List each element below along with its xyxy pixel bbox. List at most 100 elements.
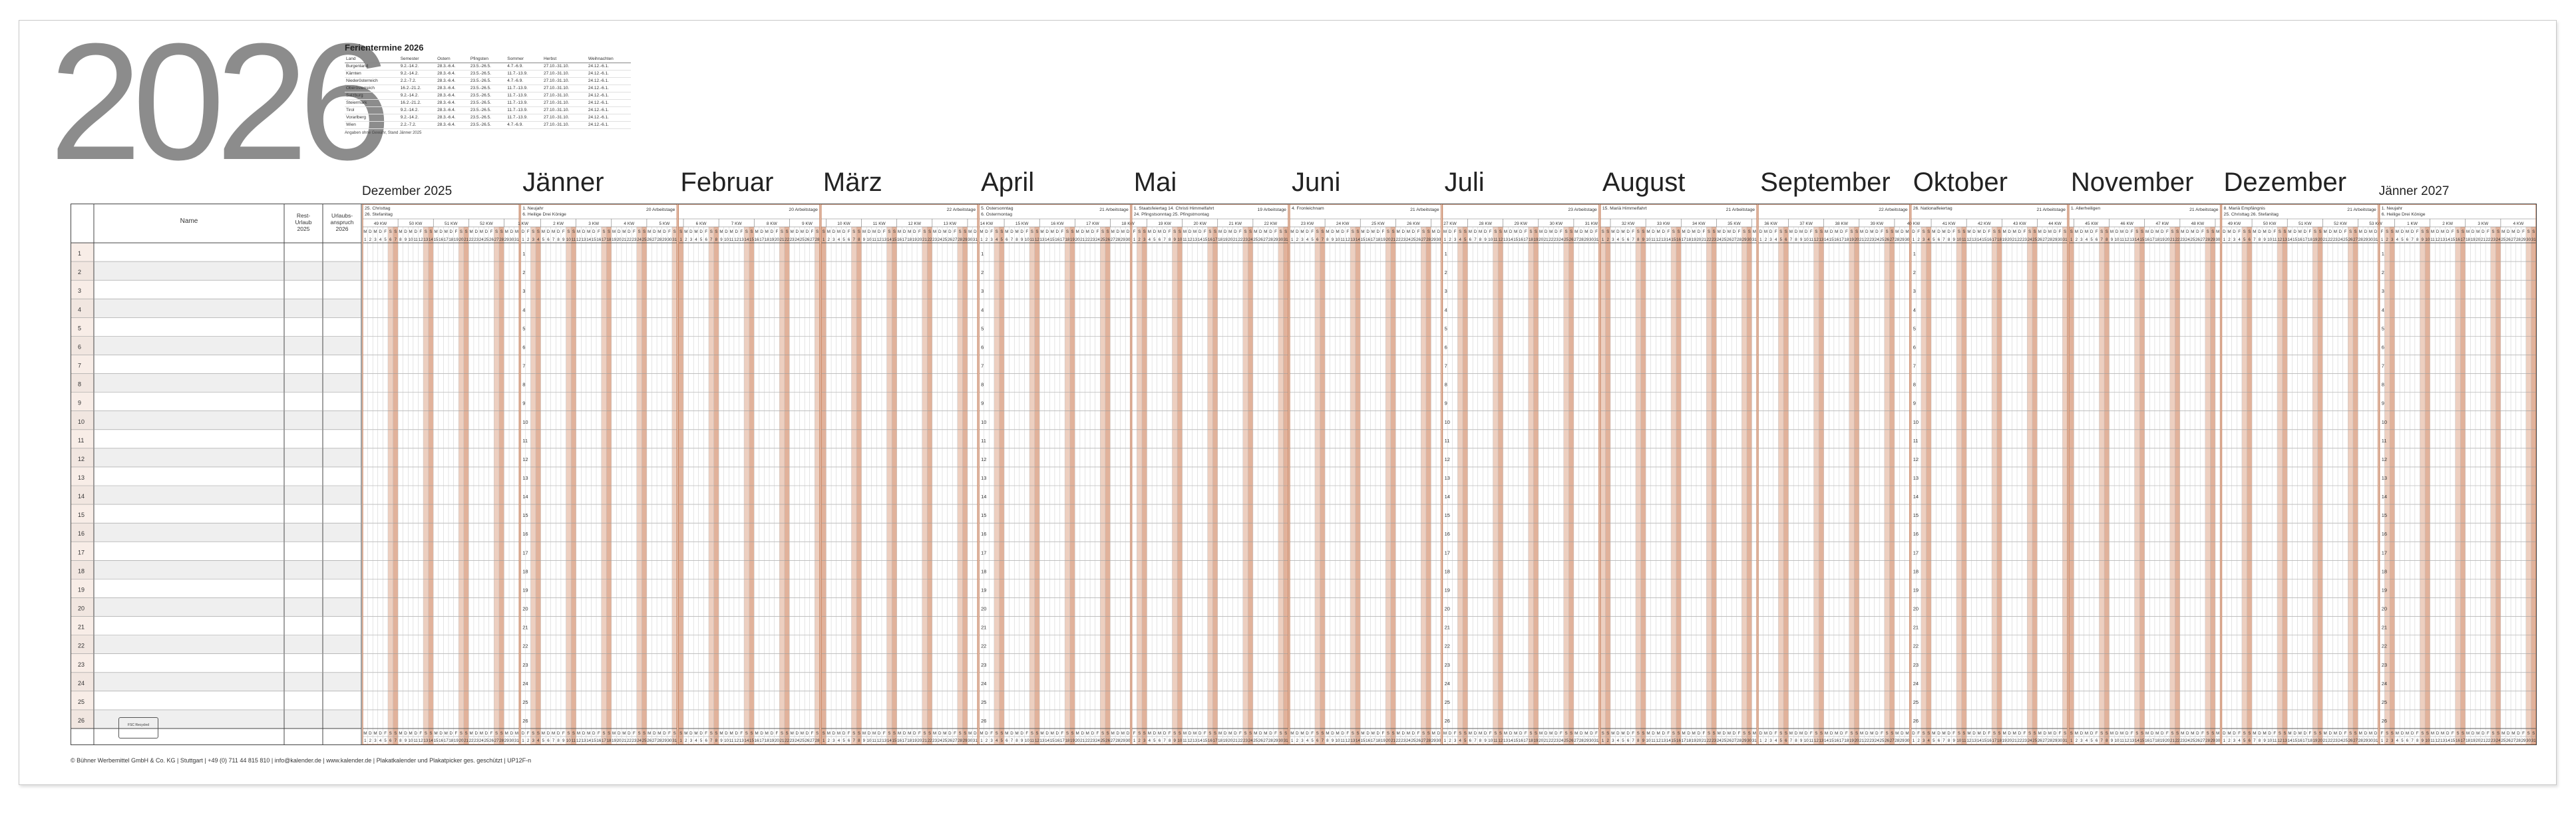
day-number: 6 <box>2096 238 2098 242</box>
weekday-letter-bottom: S <box>1494 731 1497 736</box>
month-workdays: 20 Arbeitstage <box>646 208 675 212</box>
month-row-number: 24 <box>1913 681 1919 687</box>
weekday-letter-bottom: M <box>730 731 733 736</box>
holiday-cell: 24.12.-6.1. <box>586 63 631 71</box>
day-number: 12 <box>1035 238 1039 242</box>
weekday-letter: S <box>1529 230 1532 234</box>
weekday-letter: D <box>760 230 763 234</box>
day-number-bottom: 11 <box>872 738 876 743</box>
day-number: 13 <box>882 238 886 242</box>
row-number: 21 <box>78 624 85 631</box>
day-number: 14 <box>1666 238 1671 242</box>
day-number: 10 <box>2115 238 2119 242</box>
day-number-bottom: 5 <box>1622 738 1624 743</box>
weekday-letter: D <box>1377 230 1380 234</box>
weekday-letter-bottom: F <box>668 731 671 736</box>
weekday-letter: D <box>1840 230 1843 234</box>
weekday-letter-bottom: M <box>2075 731 2078 736</box>
month-row-number: 23 <box>1445 662 1450 668</box>
day-number-bottom: 9 <box>1952 738 1955 743</box>
holiday-cell: 24.12.-6.1. <box>586 99 631 107</box>
weekday-letter: M <box>2002 230 2006 234</box>
weekday-letter: M <box>1657 230 1660 234</box>
row-number: 24 <box>78 680 85 687</box>
calendar-week-label: 16 KW <box>1051 222 1064 226</box>
weekday-letter-bottom: D <box>1759 731 1763 736</box>
day-number: 18 <box>2308 238 2312 242</box>
holiday-cell: 23.5.-26.5. <box>468 99 506 107</box>
weekday-letter-bottom: D <box>450 731 453 736</box>
month-row-number: 18 <box>2382 568 2387 574</box>
day-number-bottom: 18 <box>907 738 912 743</box>
calendar-week-label: 50 KW <box>409 222 423 226</box>
weekday-letter: D <box>1269 230 1272 234</box>
day-number: 10 <box>867 238 872 242</box>
day-number: 10 <box>1646 238 1650 242</box>
calendar-week-label: 12 KW <box>908 222 922 226</box>
weekday-letter: D <box>2080 230 2084 234</box>
month-row-number: 9 <box>2382 401 2384 406</box>
weekday-letter: M <box>1300 230 1304 234</box>
row-number: 6 <box>78 343 81 350</box>
weekday-letter-bottom: D <box>1189 731 1192 736</box>
day-number-bottom: 11 <box>1030 738 1035 743</box>
day-number: 3 <box>2391 238 2394 242</box>
weekday-letter-bottom: F <box>1097 731 1099 736</box>
weekday-letter: F <box>811 230 814 234</box>
calendar-week-label: 49 KW <box>374 222 387 226</box>
day-number-bottom: 7 <box>2253 738 2256 743</box>
weekday-letter: S <box>1356 230 1359 234</box>
weekday-letter-bottom: S <box>1958 731 1960 736</box>
weekday-letter-bottom: M <box>827 731 830 736</box>
day-number-bottom: 17 <box>1213 738 1218 743</box>
day-number-bottom: 28 <box>958 738 962 743</box>
day-number-bottom: 14 <box>429 738 433 743</box>
weekday-letter: D <box>1163 230 1167 234</box>
day-number-bottom: 7 <box>552 738 555 743</box>
weekday-letter-bottom: S <box>638 731 640 736</box>
day-number-bottom: 31 <box>973 738 978 743</box>
weekday-letter: D <box>699 230 703 234</box>
holiday-cell: 28.3.-6.4. <box>436 77 469 85</box>
weekday-letter: M <box>943 230 946 234</box>
day-number-bottom: 1 <box>980 738 983 743</box>
holiday-cell: 11.7.-13.9. <box>506 70 542 78</box>
weekday-letter-bottom: D <box>878 731 881 736</box>
weekday-letter-bottom: F <box>1169 731 1171 736</box>
day-number-bottom: 24 <box>2496 738 2501 743</box>
day-number-bottom: 23 <box>632 738 637 743</box>
day-number: 7 <box>852 238 855 242</box>
day-number: 3 <box>2080 238 2083 242</box>
day-number-bottom: 18 <box>607 738 612 743</box>
day-number-bottom: 18 <box>1529 738 1533 743</box>
day-number: 16 <box>439 238 443 242</box>
calendar-week-label: 35 KW <box>1728 222 1741 226</box>
month-row-number: 8 <box>981 382 984 388</box>
weekday-letter: S <box>816 230 819 234</box>
weekday-letter-bottom: S <box>2349 731 2352 736</box>
row-number: 9 <box>78 400 81 406</box>
day-number: 12 <box>1498 238 1503 242</box>
weekday-letter-bottom: S <box>1779 731 1782 736</box>
day-number-bottom: 13 <box>739 738 744 743</box>
day-number: 14 <box>1045 238 1049 242</box>
weekday-letter: F <box>1738 230 1741 234</box>
weekday-letter-bottom: M <box>1967 731 1970 736</box>
day-number: 28 <box>1426 238 1431 242</box>
day-number: 4 <box>2086 238 2088 242</box>
month-row-number: 20 <box>981 606 986 612</box>
day-number: 10 <box>1025 238 1029 242</box>
weekday-letter-bottom: M <box>1183 731 1187 736</box>
day-number-bottom: 23 <box>1869 738 1874 743</box>
weekday-letter: D <box>557 230 560 234</box>
weekday-letter: M <box>2263 230 2266 234</box>
name-row-bg <box>71 616 361 635</box>
weekday-letter-bottom: D <box>1198 731 1202 736</box>
day-number-bottom: 27 <box>1421 738 1426 743</box>
month-row-number: 3 <box>1913 288 1916 294</box>
weekday-letter-bottom: M <box>657 731 661 736</box>
day-number: 1 <box>2381 238 2384 242</box>
weekday-letter: S <box>2207 230 2209 234</box>
weekday-letter: M <box>1611 230 1614 234</box>
weekday-letter-bottom: F <box>811 731 814 736</box>
